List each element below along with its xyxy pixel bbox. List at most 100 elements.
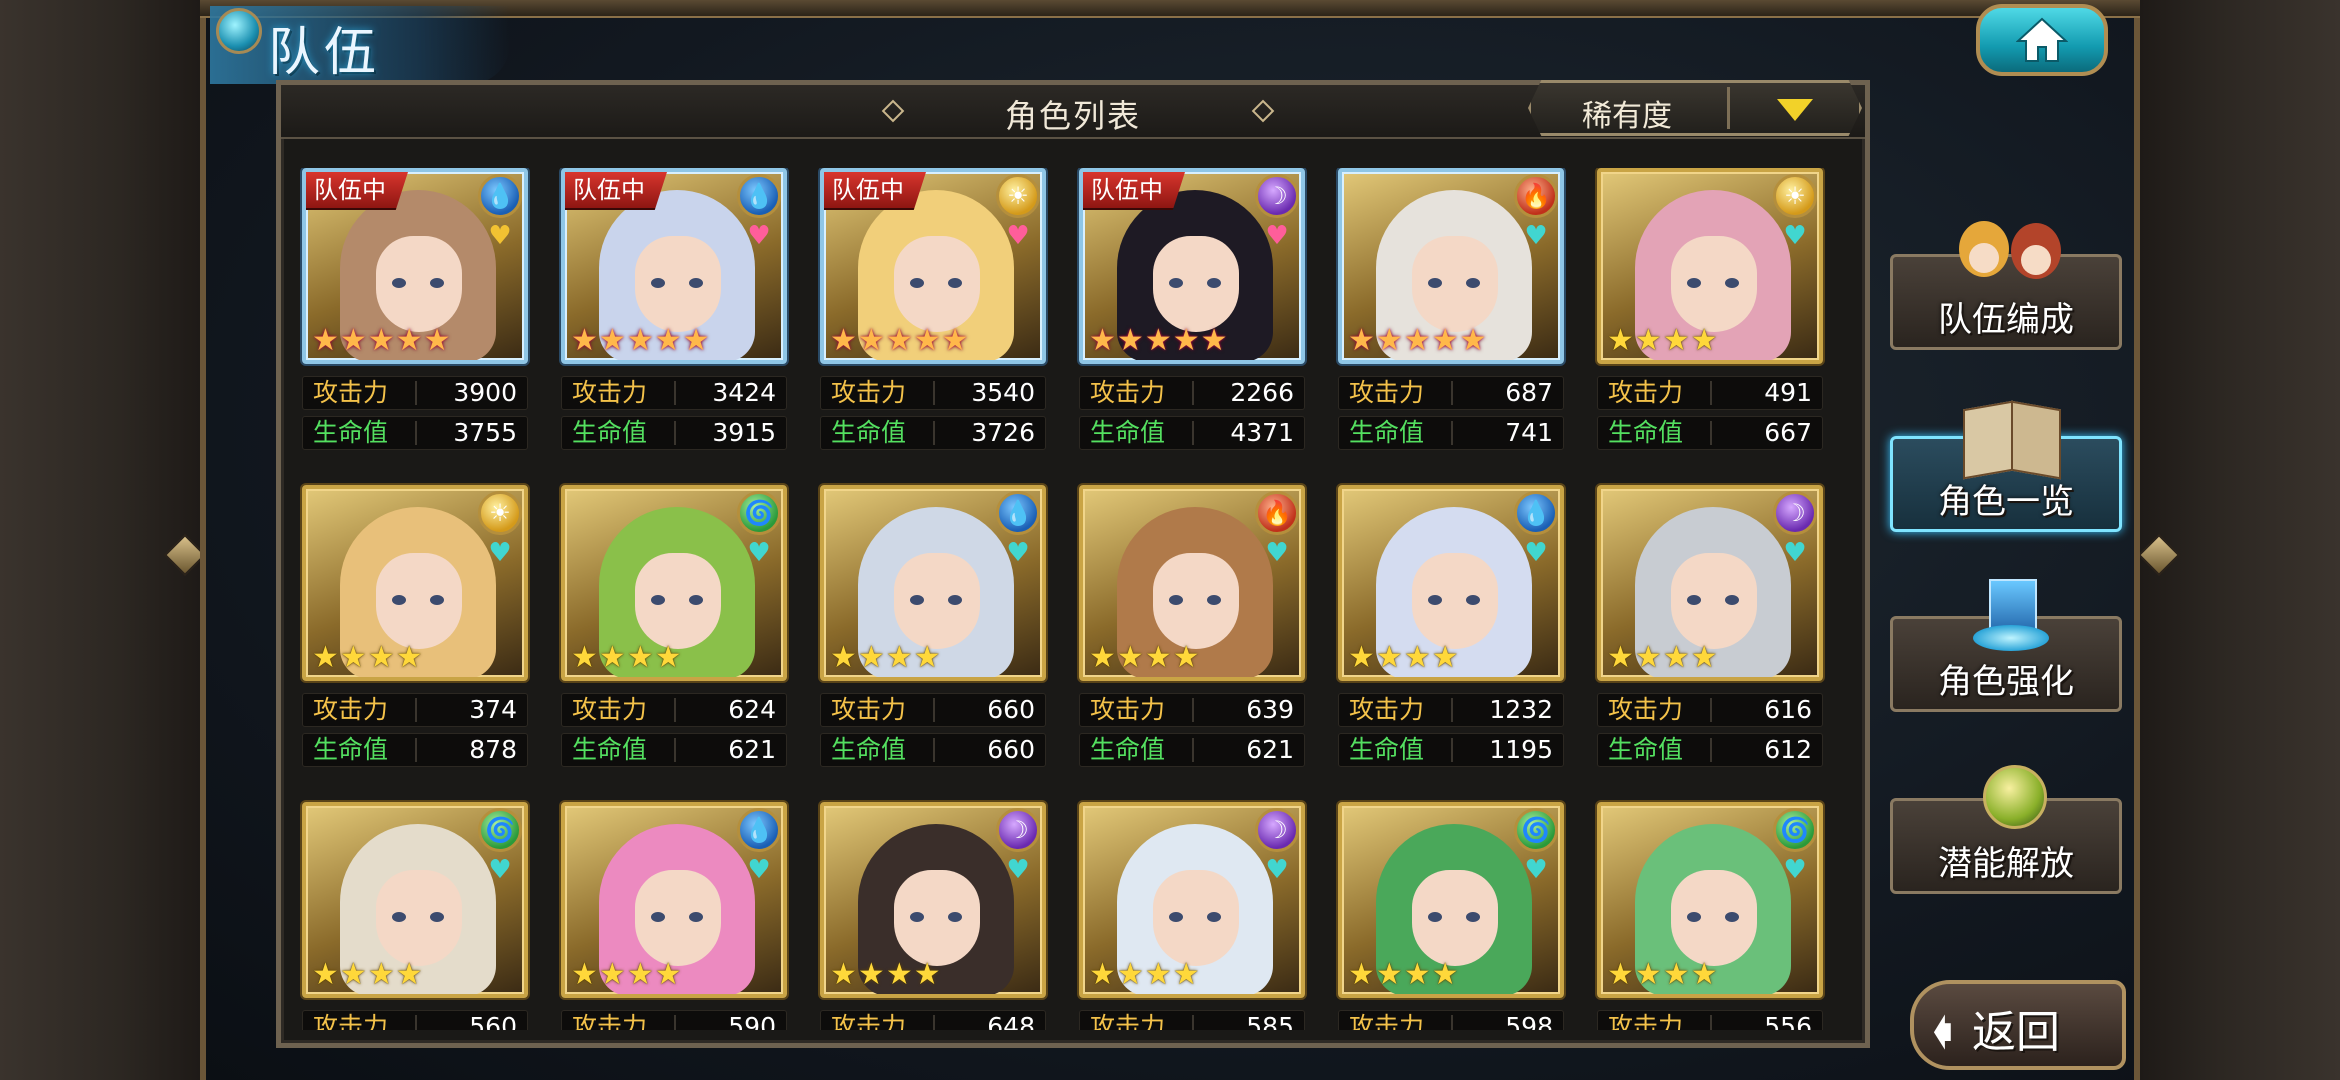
character-portrait[interactable]: 💧 ♥ ★ ★ ★ ★ xyxy=(820,485,1046,681)
character-eye xyxy=(948,595,962,605)
side-menu-button[interactable]: 角色强化 xyxy=(1890,579,2122,712)
star-icon: ★ xyxy=(339,957,367,992)
character-card[interactable]: 队伍中 💧 ♥ ★ ★ ★ ★ ★ 攻击力 3900 生命值 3755 xyxy=(300,168,530,458)
character-portrait[interactable]: 队伍中 ☽ ♥ ★ ★ ★ ★ ★ xyxy=(1079,168,1305,364)
in-party-tag: 队伍中 xyxy=(565,172,667,210)
stat-separator xyxy=(415,698,417,722)
character-face xyxy=(1412,870,1498,966)
character-portrait[interactable]: ☽ ♥ ★ ★ ★ ★ xyxy=(1597,485,1823,681)
stat-separator xyxy=(933,738,935,762)
character-card[interactable]: ☽ ♥ ★ ★ ★ ★ 攻击力 585 xyxy=(1077,802,1307,1030)
attack-stat: 攻击力 556 xyxy=(1597,1010,1823,1030)
star-icon: ★ xyxy=(1375,323,1403,358)
character-face xyxy=(1671,870,1757,966)
attack-stat: 攻击力 491 xyxy=(1597,376,1823,410)
character-eye xyxy=(651,912,665,922)
character-portrait[interactable]: 🌀 ♥ ★ ★ ★ ★ xyxy=(1338,802,1564,998)
heart-icon: ♥ xyxy=(488,221,512,251)
back-button[interactable]: 🡀 返回 xyxy=(1910,980,2126,1070)
character-face xyxy=(376,236,462,332)
wind-icon: 🌀 xyxy=(478,808,522,852)
water-icon: 💧 xyxy=(737,808,781,852)
in-party-tag: 队伍中 xyxy=(824,172,926,210)
character-portrait[interactable]: 队伍中 ☀ ♥ ★ ★ ★ ★ ★ xyxy=(820,168,1046,364)
star-icon: ★ xyxy=(339,640,367,675)
character-portrait[interactable]: 队伍中 💧 ♥ ★ ★ ★ ★ ★ xyxy=(561,168,787,364)
dark-icon: ☽ xyxy=(1255,808,1299,852)
star-icon: ★ xyxy=(423,323,451,358)
character-card[interactable]: 队伍中 ☽ ♥ ★ ★ ★ ★ ★ 攻击力 2266 生命值 4371 xyxy=(1077,168,1307,458)
attack-label: 攻击力 xyxy=(831,695,907,724)
character-portrait[interactable]: 🌀 ♥ ★ ★ ★ ★ xyxy=(302,802,528,998)
character-card[interactable]: 队伍中 💧 ♥ ★ ★ ★ ★ ★ 攻击力 3424 生命值 3915 xyxy=(559,168,789,458)
star-icon: ★ xyxy=(830,640,857,675)
character-card[interactable]: 🌀 ♥ ★ ★ ★ ★ 攻击力 598 xyxy=(1336,802,1566,1030)
star-icon: ★ xyxy=(367,957,395,992)
character-portrait[interactable]: 💧 ♥ ★ ★ ★ ★ xyxy=(561,802,787,998)
character-card[interactable]: 💧 ♥ ★ ★ ★ ★ 攻击力 590 xyxy=(559,802,789,1030)
character-face xyxy=(894,553,980,649)
background-right xyxy=(2140,0,2340,1080)
attack-value: 660 xyxy=(987,695,1035,724)
side-menu-button[interactable]: 角色一览 xyxy=(1890,400,2122,532)
character-card[interactable]: 🔥 ♥ ★ ★ ★ ★ ★ 攻击力 687 生命值 741 xyxy=(1336,168,1566,458)
character-portrait[interactable]: ☽ ♥ ★ ★ ★ ★ xyxy=(1079,802,1305,998)
character-portrait[interactable]: ☀ ♥ ★ ★ ★ ★ xyxy=(1597,168,1823,364)
character-card[interactable]: 🌀 ♥ ★ ★ ★ ★ 攻击力 624 生命值 621 xyxy=(559,485,789,775)
fire-icon: 🔥 xyxy=(1255,491,1299,535)
star-icon: ★ xyxy=(1348,640,1375,675)
potential-orb-icon xyxy=(1955,757,2065,843)
character-portrait[interactable]: 🔥 ♥ ★ ★ ★ ★ ★ xyxy=(1338,168,1564,364)
character-portrait[interactable]: 🌀 ♥ ★ ★ ★ ★ xyxy=(561,485,787,681)
hp-value: 667 xyxy=(1764,418,1812,447)
star-icon: ★ xyxy=(1116,957,1144,992)
attack-stat: 攻击力 624 xyxy=(561,693,787,727)
hp-stat: 生命值 667 xyxy=(1597,416,1823,450)
character-card[interactable]: 💧 ♥ ★ ★ ★ ★ 攻击力 660 生命值 660 xyxy=(818,485,1048,775)
wind-icon: 🌀 xyxy=(1514,808,1558,852)
character-face xyxy=(894,236,980,332)
star-icon: ★ xyxy=(913,640,941,675)
page-title: 队伍 xyxy=(268,23,381,83)
attack-label: 攻击力 xyxy=(1608,695,1684,724)
heart-icon: ♥ xyxy=(747,221,771,251)
attack-value: 590 xyxy=(728,1012,776,1030)
character-eye xyxy=(689,912,703,922)
attack-label: 攻击力 xyxy=(572,695,648,724)
character-card[interactable]: 队伍中 ☀ ♥ ★ ★ ★ ★ ★ 攻击力 3540 生命值 3726 xyxy=(818,168,1048,458)
character-card[interactable]: ☀ ♥ ★ ★ ★ ★ 攻击力 374 生命值 878 xyxy=(300,485,530,775)
character-card[interactable]: 🔥 ♥ ★ ★ ★ ★ 攻击力 639 生命值 621 xyxy=(1077,485,1307,775)
character-card[interactable]: 🌀 ♥ ★ ★ ★ ★ 攻击力 560 xyxy=(300,802,530,1030)
character-card[interactable]: ☽ ♥ ★ ★ ★ ★ 攻击力 616 生命值 612 xyxy=(1595,485,1825,775)
character-card[interactable]: ☽ ♥ ★ ★ ★ ★ 攻击力 648 xyxy=(818,802,1048,1030)
attack-value: 687 xyxy=(1505,378,1553,407)
star-icon: ★ xyxy=(1662,957,1690,992)
stat-separator xyxy=(1710,738,1712,762)
star-icon: ★ xyxy=(857,323,885,358)
character-portrait[interactable]: ☽ ♥ ★ ★ ★ ★ xyxy=(820,802,1046,998)
side-menu-button[interactable]: 潜能解放 xyxy=(1890,765,2122,894)
character-card[interactable]: ☀ ♥ ★ ★ ★ ★ 攻击力 491 生命值 667 xyxy=(1595,168,1825,458)
side-menu-button[interactable]: 队伍编成 xyxy=(1890,221,2122,350)
character-portrait[interactable]: 🔥 ♥ ★ ★ ★ ★ xyxy=(1079,485,1305,681)
character-portrait[interactable]: 💧 ♥ ★ ★ ★ ★ xyxy=(1338,485,1564,681)
character-face xyxy=(1153,553,1239,649)
sort-dropdown[interactable]: 稀有度 xyxy=(1528,80,1862,136)
attack-stat: 攻击力 648 xyxy=(820,1010,1046,1030)
heart-icon: ♥ xyxy=(1783,855,1807,885)
character-portrait[interactable]: ☀ ♥ ★ ★ ★ ★ xyxy=(302,485,528,681)
home-button[interactable] xyxy=(1976,4,2108,76)
attack-stat: 攻击力 2266 xyxy=(1079,376,1305,410)
character-card[interactable]: 💧 ♥ ★ ★ ★ ★ 攻击力 1232 生命值 1195 xyxy=(1336,485,1566,775)
character-portrait[interactable]: 队伍中 💧 ♥ ★ ★ ★ ★ ★ xyxy=(302,168,528,364)
star-icon: ★ xyxy=(654,323,682,358)
back-arrow-icon: 🡀 xyxy=(1932,1010,1953,1054)
character-card[interactable]: 🌀 ♥ ★ ★ ★ ★ 攻击力 556 xyxy=(1595,802,1825,1030)
character-portrait[interactable]: 🌀 ♥ ★ ★ ★ ★ xyxy=(1597,802,1823,998)
rarity-stars: ★ ★ ★ ★ xyxy=(830,641,941,675)
hp-label: 生命值 xyxy=(1090,418,1166,447)
chevron-down-icon[interactable] xyxy=(1777,99,1813,121)
star-icon: ★ xyxy=(1431,957,1459,992)
dark-icon: ☽ xyxy=(1773,491,1817,535)
rarity-stars: ★ ★ ★ ★ ★ xyxy=(312,324,451,358)
